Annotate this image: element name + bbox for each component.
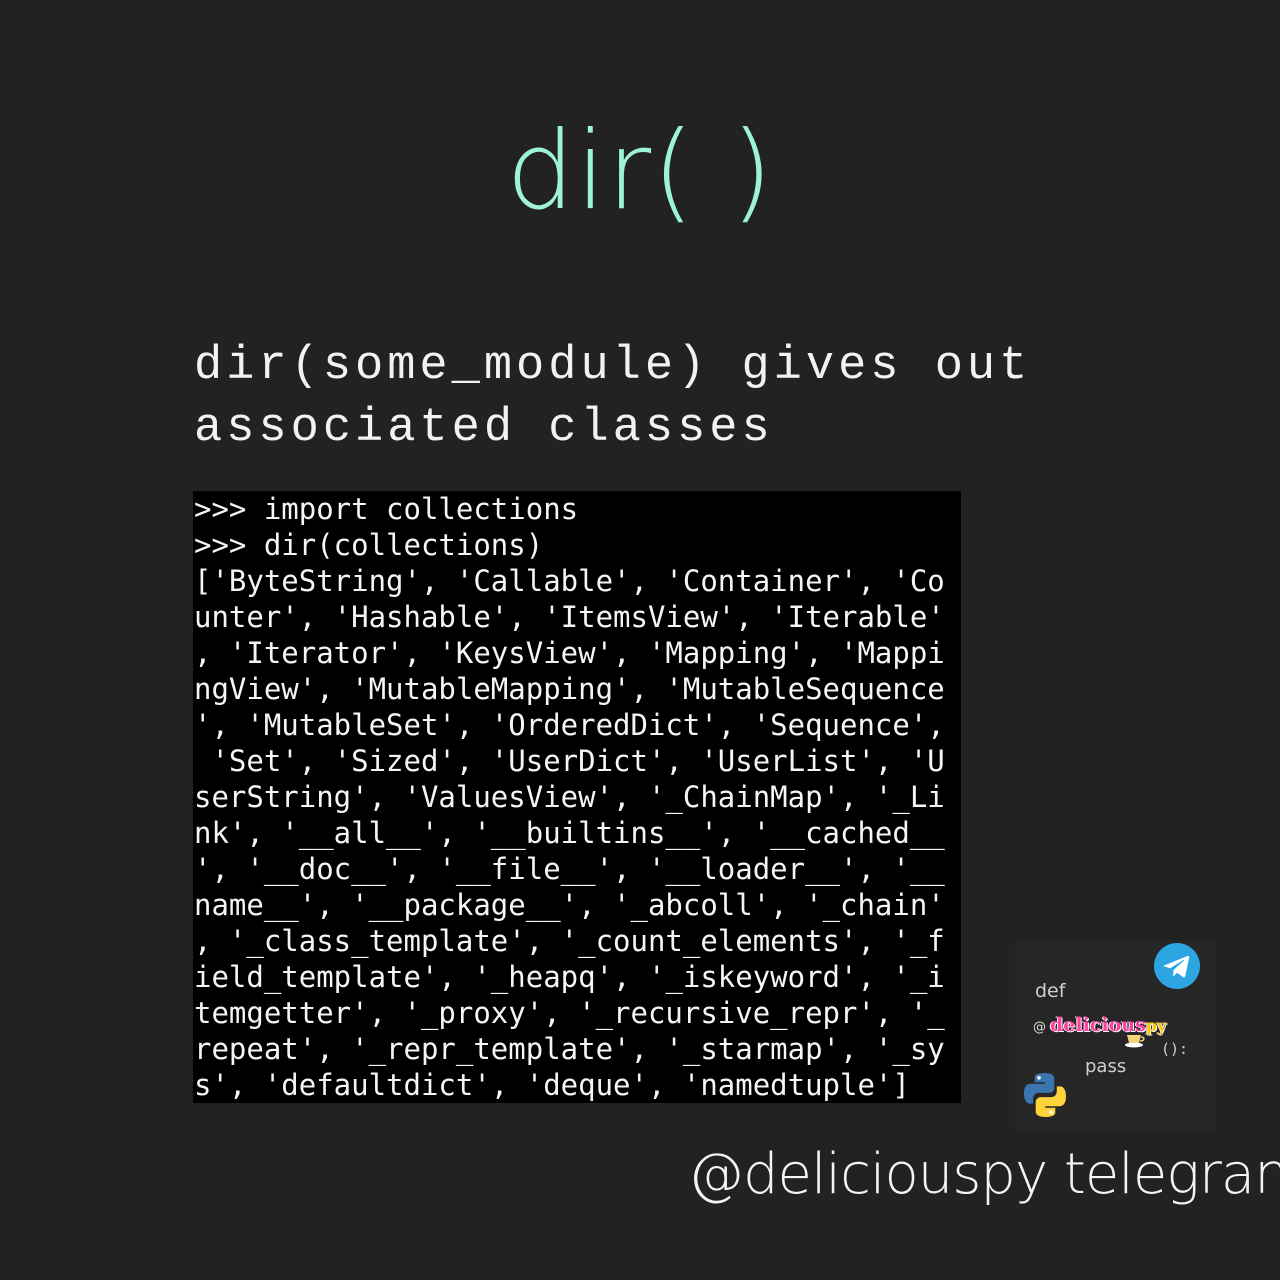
- terminal-line: ['ByteString', 'Callable', 'Container', …: [194, 564, 945, 598]
- terminal-line: ', 'MutableSet', 'OrderedDict', 'Sequenc…: [194, 708, 945, 742]
- terminal-line: ', '__doc__', '__file__', '__loader__', …: [194, 852, 945, 886]
- terminal-line: temgetter', '_proxy', '_recursive_repr',…: [194, 996, 945, 1030]
- logo-paren: ():: [1161, 1040, 1189, 1058]
- terminal-line: name__', '__package__', '_abcoll', '_cha…: [194, 888, 945, 922]
- terminal-line: 'Set', 'Sized', 'UserDict', 'UserList', …: [194, 744, 945, 778]
- terminal-line: serString', 'ValuesView', '_ChainMap', '…: [194, 780, 945, 814]
- terminal-output: >>> import collections >>> dir(collectio…: [193, 491, 961, 1103]
- page-title: dir( ): [506, 109, 774, 234]
- coffee-cup-icon: [1125, 1035, 1145, 1048]
- terminal-line: , '_class_template', '_count_elements', …: [194, 924, 945, 958]
- terminal-line: unter', 'Hashable', 'ItemsView', 'Iterab…: [194, 600, 945, 634]
- subtitle-line-1: dir(some_module) gives out: [194, 340, 1032, 393]
- logo-handle-suffix: py: [1145, 1016, 1167, 1035]
- python-icon: [1024, 1073, 1066, 1117]
- telegram-icon: [1154, 943, 1200, 989]
- terminal-line: >>> dir(collections): [194, 528, 544, 562]
- logo-def-keyword: def: [1035, 980, 1066, 1002]
- logo-pass-keyword: pass: [1085, 1056, 1127, 1077]
- terminal-line: ield_template', '_heapq', '_iskeyword', …: [194, 960, 945, 994]
- logo-at-sign: @: [1033, 1020, 1046, 1035]
- subtitle: dir(some_module) gives out associated cl…: [194, 336, 1194, 460]
- logo-handle: @ deliciouspy: [1033, 1014, 1166, 1036]
- terminal-line: s', 'defaultdict', 'deque', 'namedtuple'…: [194, 1068, 910, 1102]
- terminal-line: >>> import collections: [194, 492, 579, 526]
- terminal-line: nk', '__all__', '__builtins__', '__cache…: [194, 816, 945, 850]
- subtitle-line-2: associated classes: [194, 402, 774, 455]
- terminal-line: , 'Iterator', 'KeysView', 'Mapping', 'Ma…: [194, 636, 945, 670]
- footer-handle: @deliciouspy telegram: [688, 1142, 1280, 1207]
- terminal-line: repeat', '_repr_template', '_starmap', '…: [194, 1032, 945, 1066]
- terminal-line: ngView', 'MutableMapping', 'MutableSeque…: [194, 672, 945, 706]
